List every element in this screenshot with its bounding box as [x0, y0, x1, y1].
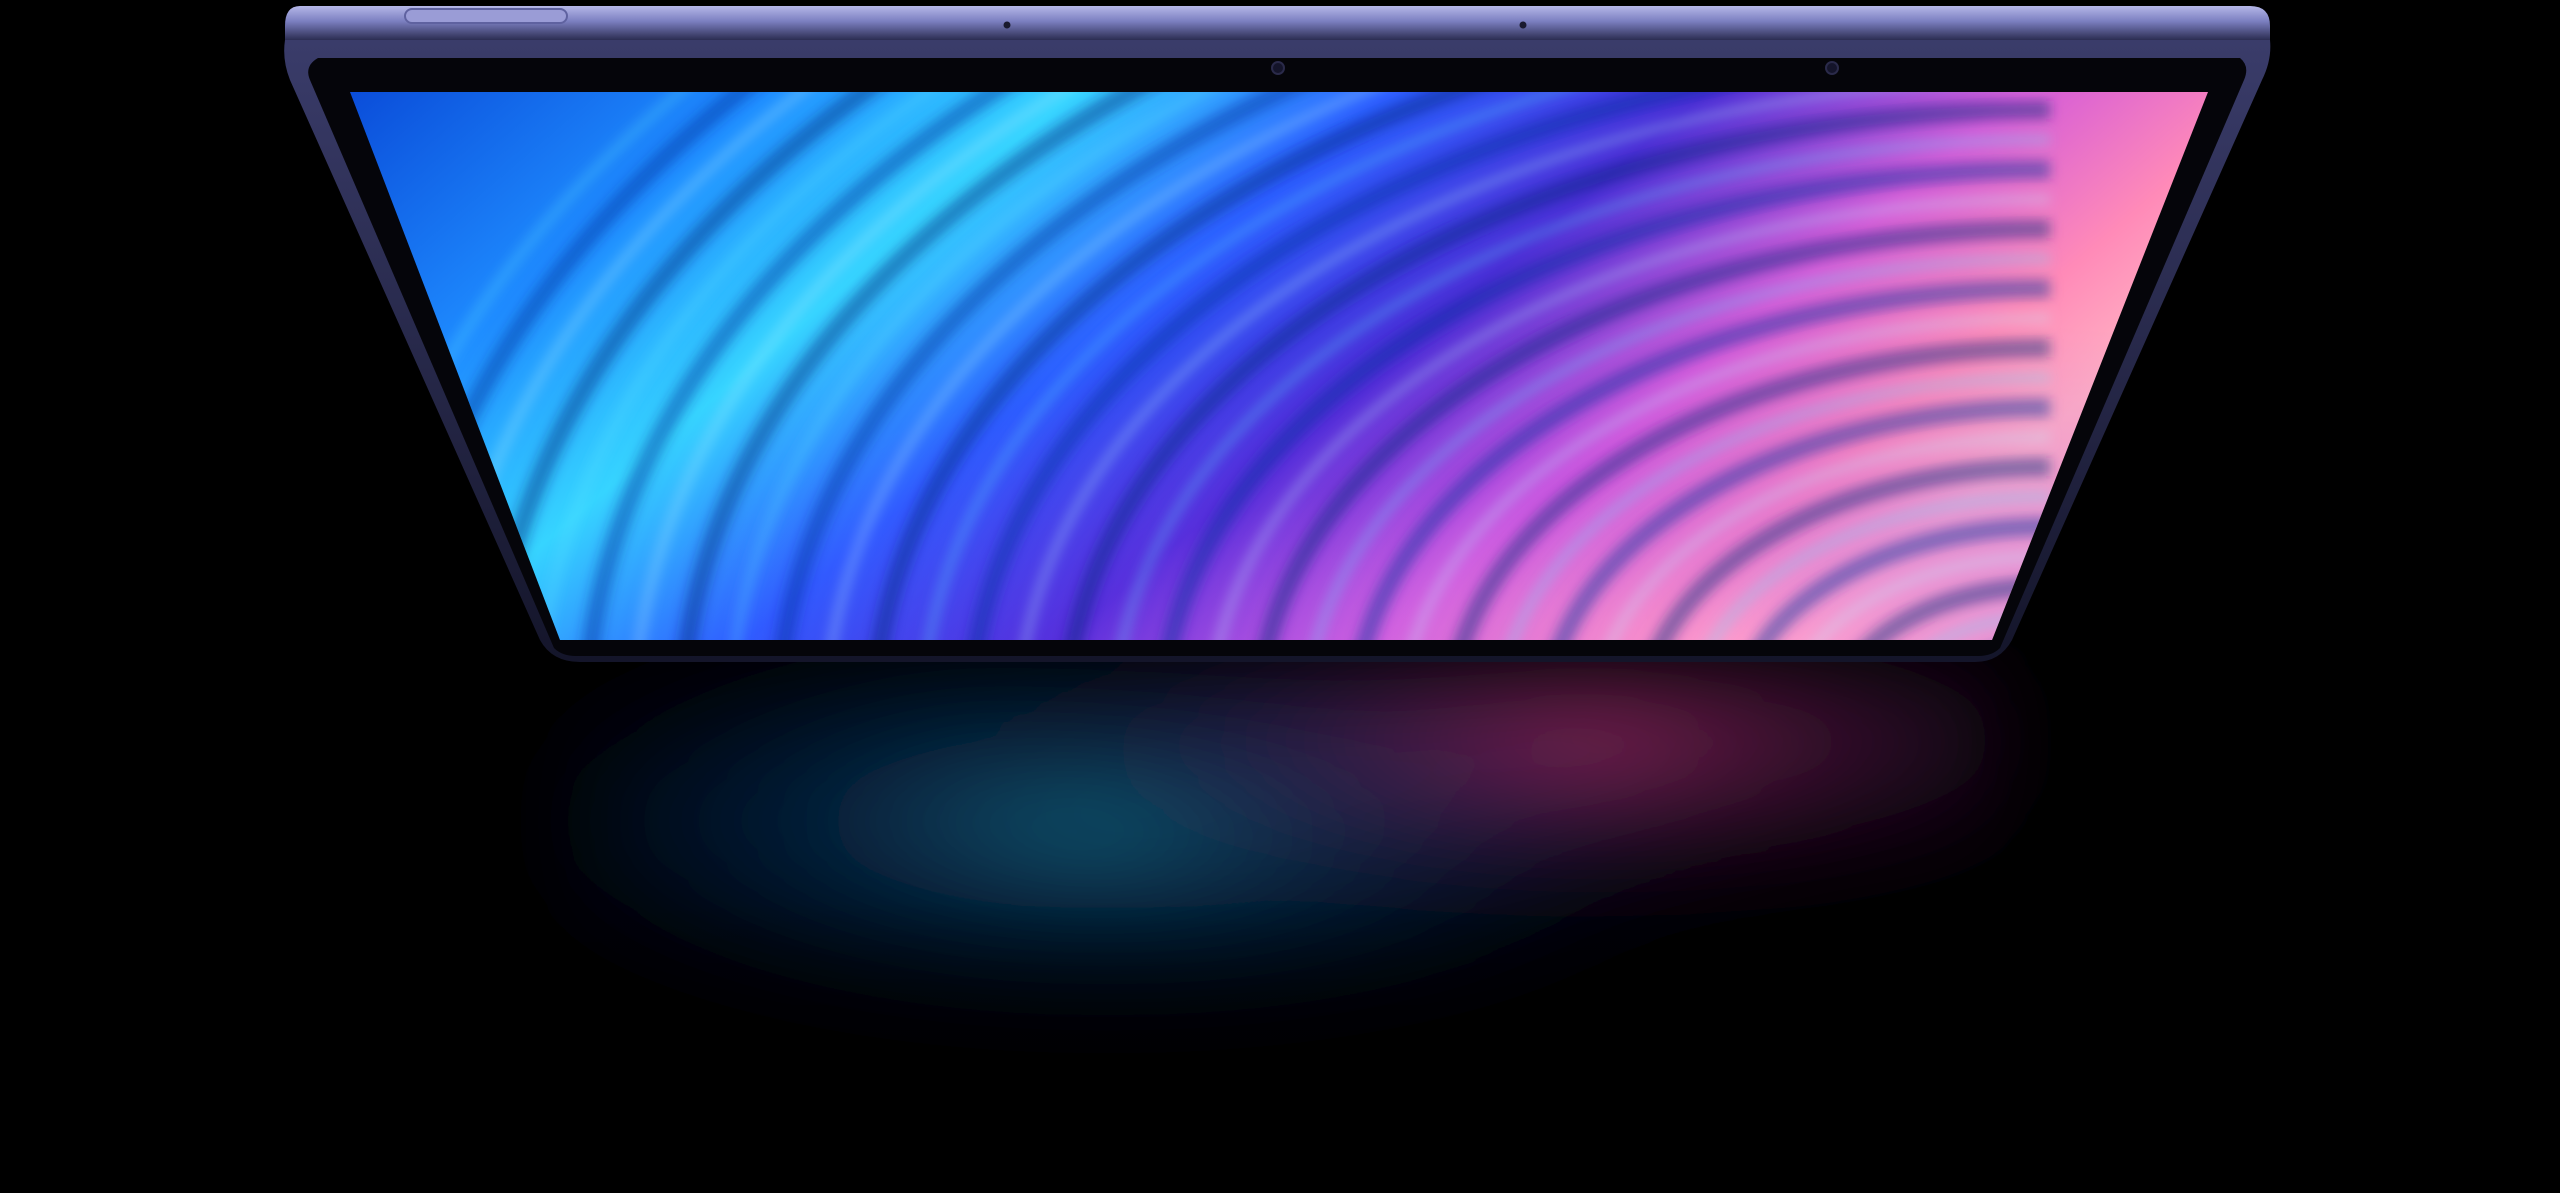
microphone-dot: [1519, 21, 1527, 29]
front-camera-icon: [1825, 61, 1839, 75]
microphone-dot: [1003, 21, 1011, 29]
tablet-top-edge: [285, 6, 2270, 40]
product-scene: [0, 0, 2560, 1193]
tablet-device: [284, 6, 2271, 662]
front-camera-icon: [1271, 61, 1285, 75]
tablet-screen: [350, 92, 2208, 640]
top-button: [404, 8, 568, 24]
